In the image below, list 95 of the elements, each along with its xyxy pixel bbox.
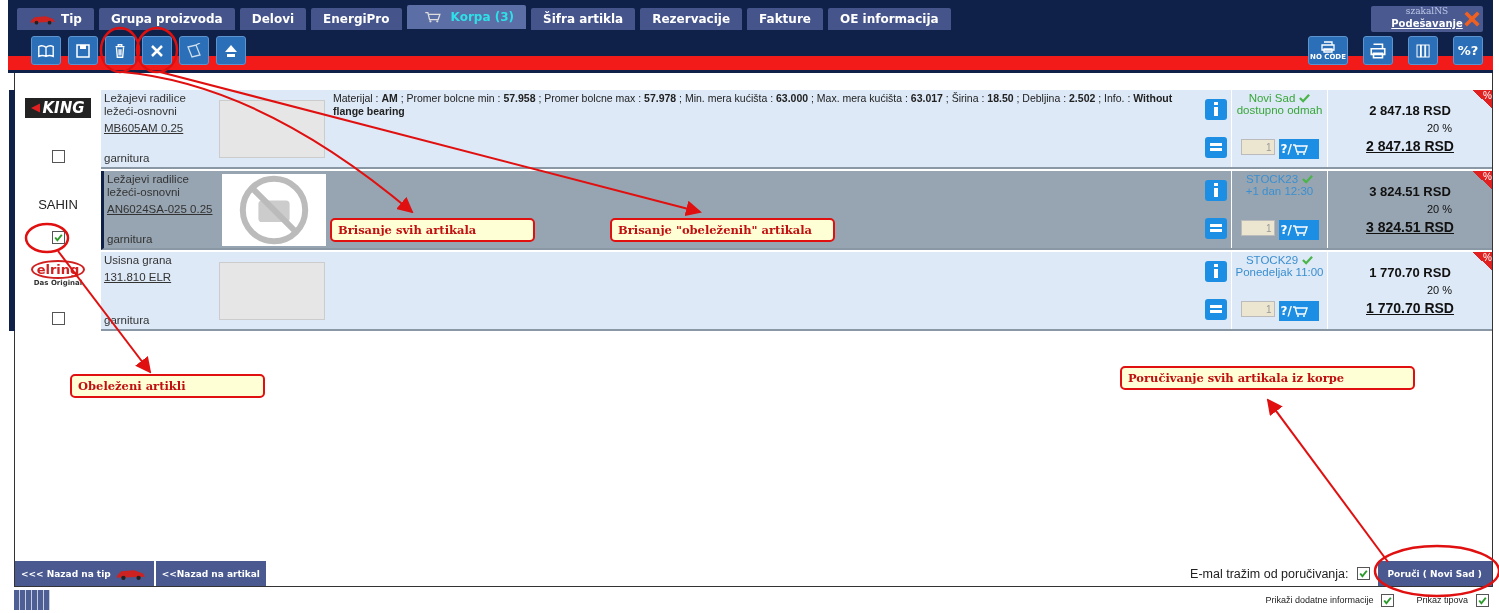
info-button[interactable] xyxy=(1205,98,1227,120)
add-to-cart-button[interactable]: ?/ xyxy=(1278,301,1319,321)
price: 1 770.70 RSD xyxy=(1369,265,1451,280)
product-name: Ležajevi radilice ležeći-osnovni xyxy=(107,173,190,199)
columns-icon[interactable] xyxy=(14,590,50,610)
product-description: Materijal : AM ; Promer bolcne min : 57.958 ; Promer bolcne max : 57.978 ; Min. mera kućišta : 63.000 ; Max. mera kućišta : 63.017 ; Širina : 18.50 ; Debljina : 2.502 ; Info. : Without flange bearing xyxy=(333,92,1173,117)
discount-percent: 20 % xyxy=(1426,284,1453,296)
settings-link[interactable]: Podešavanje xyxy=(1391,17,1463,30)
delete-button[interactable] xyxy=(142,36,172,65)
cart-row[interactable] xyxy=(101,90,1492,169)
binders-icon xyxy=(1414,42,1432,59)
details-button[interactable] xyxy=(1205,137,1227,159)
brand-logo: KING xyxy=(25,98,91,118)
user-name: szakalNS xyxy=(1405,6,1449,17)
tab[interactable]: Grupa proizvoda xyxy=(98,8,235,30)
tab[interactable]: Rezervacije xyxy=(640,8,743,30)
info-button[interactable] xyxy=(1205,260,1227,282)
tab[interactable]: Fakture xyxy=(747,8,823,30)
option-label: Prikaži dodatne informacije xyxy=(1265,595,1374,605)
info-icon xyxy=(1214,264,1218,279)
checkbox[interactable] xyxy=(51,231,65,244)
discount-percent: 20 % xyxy=(1426,203,1453,215)
check-icon xyxy=(1302,174,1314,184)
net-price: 1 770.70 RSD xyxy=(1366,300,1454,316)
product-code-link[interactable]: MB605AM 0.25 xyxy=(104,122,216,135)
tab[interactable]: Delovi xyxy=(239,8,307,30)
print-button[interactable] xyxy=(1363,36,1393,65)
car-icon xyxy=(29,13,57,25)
net-price: 2 847.18 RSD xyxy=(1366,138,1454,154)
email-checkbox[interactable] xyxy=(1356,567,1370,580)
cart-icon xyxy=(1291,143,1308,155)
highlight-ellipse xyxy=(24,222,70,254)
binders-button[interactable] xyxy=(1408,36,1438,65)
details-button[interactable] xyxy=(1205,299,1227,321)
price: 3 824.51 RSD xyxy=(1369,184,1451,199)
stock-location: STOCK23 xyxy=(1245,173,1299,185)
net-price: 3 824.51 RSD xyxy=(1366,219,1454,235)
no-photo-icon xyxy=(222,173,326,246)
tab[interactable]: Šifra artikla xyxy=(531,8,636,30)
save-button[interactable] xyxy=(68,36,98,65)
save-icon xyxy=(74,42,92,59)
stock-location: Novi Sad xyxy=(1248,92,1296,104)
unit-label: garnitura xyxy=(104,152,151,165)
book-icon xyxy=(37,42,55,59)
price: 2 847.18 RSD xyxy=(1369,103,1451,118)
option-label: Prikaz tipova xyxy=(1416,595,1468,605)
close-icon xyxy=(148,42,166,59)
back-to-article-button[interactable]: <<Nazad na artikal xyxy=(155,561,266,586)
product-code-link[interactable]: 131.810 ELR xyxy=(104,271,216,284)
highlight-ellipse xyxy=(99,26,141,74)
product-name: Usisna grana xyxy=(104,254,173,267)
add-to-cart-button[interactable]: ?/ xyxy=(1278,220,1319,240)
tab[interactable]: EnergiPro xyxy=(311,8,402,30)
book-button[interactable] xyxy=(31,36,61,65)
order-button[interactable]: Poruči ( Novi Sad ) xyxy=(1377,561,1492,586)
discount-help-button[interactable]: %? xyxy=(1453,36,1483,65)
option-checkbox[interactable] xyxy=(1381,593,1395,607)
tab[interactable]: OE informacija xyxy=(827,8,951,30)
upload-button[interactable] xyxy=(216,36,246,65)
availability-text: +1 dan 12:30 xyxy=(1245,185,1314,197)
tab[interactable]: Tip xyxy=(17,8,94,30)
cart-icon xyxy=(1291,224,1308,236)
email-label: E-mal tražim od poručivanja: xyxy=(1190,566,1349,581)
discount-percent: 20 % xyxy=(1426,122,1453,134)
option-checkbox[interactable] xyxy=(1476,593,1489,607)
info-icon xyxy=(1214,102,1218,117)
back-to-type-button[interactable]: <<< Nazad na tip xyxy=(15,561,154,586)
checkbox[interactable] xyxy=(51,150,65,163)
details-button[interactable] xyxy=(1205,218,1227,240)
check-icon xyxy=(1302,255,1314,265)
unit-label: garnitura xyxy=(107,233,154,246)
info-button[interactable] xyxy=(1205,179,1227,201)
product-name: Ležajevi radilice ležeći-osnovni xyxy=(104,92,187,118)
annotation-callout: Brisanje "obeleženih" artikala xyxy=(610,218,835,242)
printer-icon xyxy=(1320,40,1336,53)
product-code-link[interactable]: AN6024SA-025 0.25 xyxy=(107,203,219,216)
cart-icon xyxy=(1291,305,1308,317)
discount-badge: % xyxy=(1472,171,1492,189)
broom-button[interactable] xyxy=(179,36,209,65)
add-to-cart-button[interactable]: ?/ xyxy=(1278,139,1319,159)
discount-badge: % xyxy=(1472,252,1492,270)
annotation-callout: Poručivanje svih artikala iz korpe xyxy=(1120,366,1415,390)
discount-badge: % xyxy=(1472,90,1492,108)
highlight-ellipse xyxy=(135,26,179,74)
stock-location: STOCK29 xyxy=(1245,254,1299,266)
annotation-callout: Obeleženi artikli xyxy=(70,374,265,398)
printer-icon xyxy=(1369,42,1387,59)
annotation-callout: Brisanje svih artikala xyxy=(330,218,535,242)
checkbox[interactable] xyxy=(51,312,65,325)
check-icon xyxy=(1299,93,1311,103)
brand-name: SAHIN xyxy=(38,197,78,212)
availability-text: Ponedeljak 11:00 xyxy=(1235,266,1324,278)
availability-text: dostupno odmah xyxy=(1236,104,1323,116)
info-icon xyxy=(1214,183,1218,198)
trash-button[interactable] xyxy=(105,36,135,65)
